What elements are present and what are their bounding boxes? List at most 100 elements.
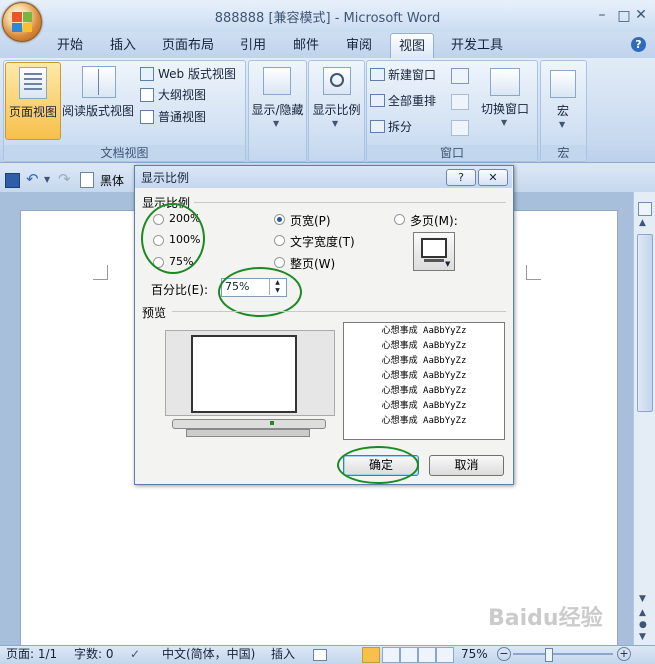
radio-page-width[interactable] [274, 214, 285, 225]
outline-icon [140, 88, 154, 102]
outline-button[interactable]: 大纲视图 [140, 86, 244, 104]
preview-text-line: 心想事成 AaBbYyZz [381, 326, 467, 336]
tab-developer[interactable]: 开发工具 [446, 36, 508, 56]
spell-check-icon[interactable]: ✓ [130, 646, 140, 662]
tab-references[interactable]: 引用 [233, 36, 273, 56]
radio-many-pages[interactable] [394, 214, 405, 225]
draft-label: 普通视图 [158, 110, 207, 124]
zoom-out-icon[interactable]: − [497, 647, 511, 661]
draft-button[interactable]: 普通视图 [140, 108, 244, 126]
macro-icon [550, 70, 576, 98]
web-layout-button[interactable]: Web 版式视图 [140, 65, 244, 83]
dialog-close-button[interactable]: ✕ [478, 169, 508, 186]
chevron-down-icon[interactable]: ▼ [44, 175, 50, 184]
status-insert-mode[interactable]: 插入 [271, 646, 295, 662]
annotation-circle [218, 267, 302, 317]
zoom-slider-thumb[interactable] [545, 648, 553, 662]
preview-text-line: 心想事成 AaBbYyZz [381, 341, 467, 351]
annotation-circle [337, 446, 419, 484]
ruler-toggle-icon[interactable] [638, 202, 652, 216]
margin-mark [93, 265, 108, 280]
tab-home[interactable]: 开始 [50, 36, 90, 56]
group-label: 文档视图 [4, 145, 245, 161]
font-name-box[interactable]: 黑体 [100, 172, 124, 189]
show-hide-icon [263, 67, 291, 95]
macro-record-icon[interactable] [313, 649, 327, 661]
radio-whole-page-label: 整页(W) [290, 257, 336, 271]
many-pages-monitor-button[interactable]: ▼ [413, 232, 455, 271]
reading-view-icon [82, 66, 116, 98]
help-icon[interactable]: ? [631, 37, 646, 52]
office-button[interactable] [2, 2, 42, 42]
reading-view-status-icon[interactable] [382, 647, 400, 663]
monitor-base [172, 419, 326, 429]
zoom-label: 显示比例 [312, 103, 361, 117]
sync-scroll-icon[interactable] [451, 94, 469, 110]
view-side-by-side-icon[interactable] [451, 68, 469, 84]
draft-icon [140, 110, 154, 124]
scroll-down-icon[interactable]: ▼ [639, 594, 646, 604]
percent-label: 百分比(E): [151, 283, 208, 297]
print-layout-label: 页面视图 [8, 105, 57, 119]
print-layout-button[interactable]: 页面视图 [5, 62, 61, 140]
full-reading-button[interactable]: 阅读版式视图 [60, 62, 136, 138]
switch-windows-label: 切换窗口 [480, 102, 529, 116]
undo-icon[interactable]: ↶ [26, 170, 39, 188]
arrange-all-button[interactable]: 全部重排 [370, 92, 450, 110]
radio-whole-page[interactable] [274, 257, 285, 268]
macros-label: 宏 [556, 104, 569, 118]
chevron-down-icon: ▼ [501, 118, 508, 127]
redo-icon[interactable]: ↷ [58, 170, 71, 188]
print-layout-view-icon[interactable] [362, 647, 380, 663]
monitor-foot [186, 429, 310, 437]
save-icon[interactable] [5, 173, 20, 188]
chevron-down-icon: ▼ [445, 260, 451, 268]
monitor-icon [421, 238, 447, 258]
tab-page-layout[interactable]: 页面布局 [158, 36, 218, 56]
tab-review[interactable]: 审阅 [339, 36, 379, 56]
group-zoom[interactable]: 显示比例 ▼ [308, 60, 365, 162]
close-button[interactable]: ✕ [628, 6, 654, 24]
zoom-in-icon[interactable]: + [617, 647, 631, 661]
group-show-hide[interactable]: 显示/隐藏 ▼ [248, 60, 307, 162]
outline-view-status-icon[interactable] [418, 647, 436, 663]
vertical-scrollbar[interactable]: ▲ ▼ ▲ ● ▼ [633, 192, 655, 645]
new-window-label: 新建窗口 [388, 68, 437, 82]
chevron-down-icon: ▼ [273, 119, 280, 128]
select-browse-icon[interactable]: ● [639, 620, 647, 630]
outline-label: 大纲视图 [158, 88, 207, 102]
tab-view[interactable]: 视图 [390, 33, 434, 59]
reset-window-icon[interactable] [451, 120, 469, 136]
macros-button[interactable]: 宏 ▼ [542, 62, 584, 140]
status-language[interactable]: 中文(简体，中国) [162, 646, 255, 662]
radio-text-width[interactable] [274, 235, 285, 246]
zoom-slider-track[interactable] [513, 653, 613, 655]
prev-page-icon[interactable]: ▲ [639, 608, 646, 618]
new-window-button[interactable]: 新建窗口 [370, 66, 450, 84]
split-icon [370, 120, 385, 133]
print-preview-icon[interactable] [80, 172, 94, 188]
preview-text-box: 心想事成 AaBbYyZz 心想事成 AaBbYyZz 心想事成 AaBbYyZz 心… [343, 322, 505, 440]
preview-text-line: 心想事成 AaBbYyZz [381, 401, 467, 411]
status-zoom[interactable]: 75% [461, 646, 488, 662]
switch-windows-icon [490, 68, 520, 96]
scroll-thumb[interactable] [637, 234, 653, 412]
dialog-help-button[interactable]: ? [446, 169, 476, 186]
split-button[interactable]: 拆分 [370, 118, 450, 136]
status-words[interactable]: 字数: 0 [74, 646, 114, 662]
scroll-up-icon[interactable]: ▲ [639, 218, 646, 228]
tab-mailings[interactable]: 邮件 [286, 36, 326, 56]
monitor-stand [424, 259, 444, 262]
radio-many-pages-label: 多页(M): [410, 214, 458, 228]
draft-view-status-icon[interactable] [436, 647, 454, 663]
cancel-button[interactable]: 取消 [429, 455, 504, 476]
tab-insert[interactable]: 插入 [103, 36, 143, 56]
web-view-status-icon[interactable] [400, 647, 418, 663]
status-page[interactable]: 页面: 1/1 [6, 646, 57, 662]
office-logo-icon [12, 12, 32, 32]
next-page-icon[interactable]: ▼ [639, 632, 646, 642]
preview-text-line: 心想事成 AaBbYyZz [381, 371, 467, 381]
web-layout-label: Web 版式视图 [158, 67, 236, 81]
preview-page [191, 335, 297, 413]
switch-windows-button[interactable]: 切换窗口 ▼ [476, 62, 534, 140]
